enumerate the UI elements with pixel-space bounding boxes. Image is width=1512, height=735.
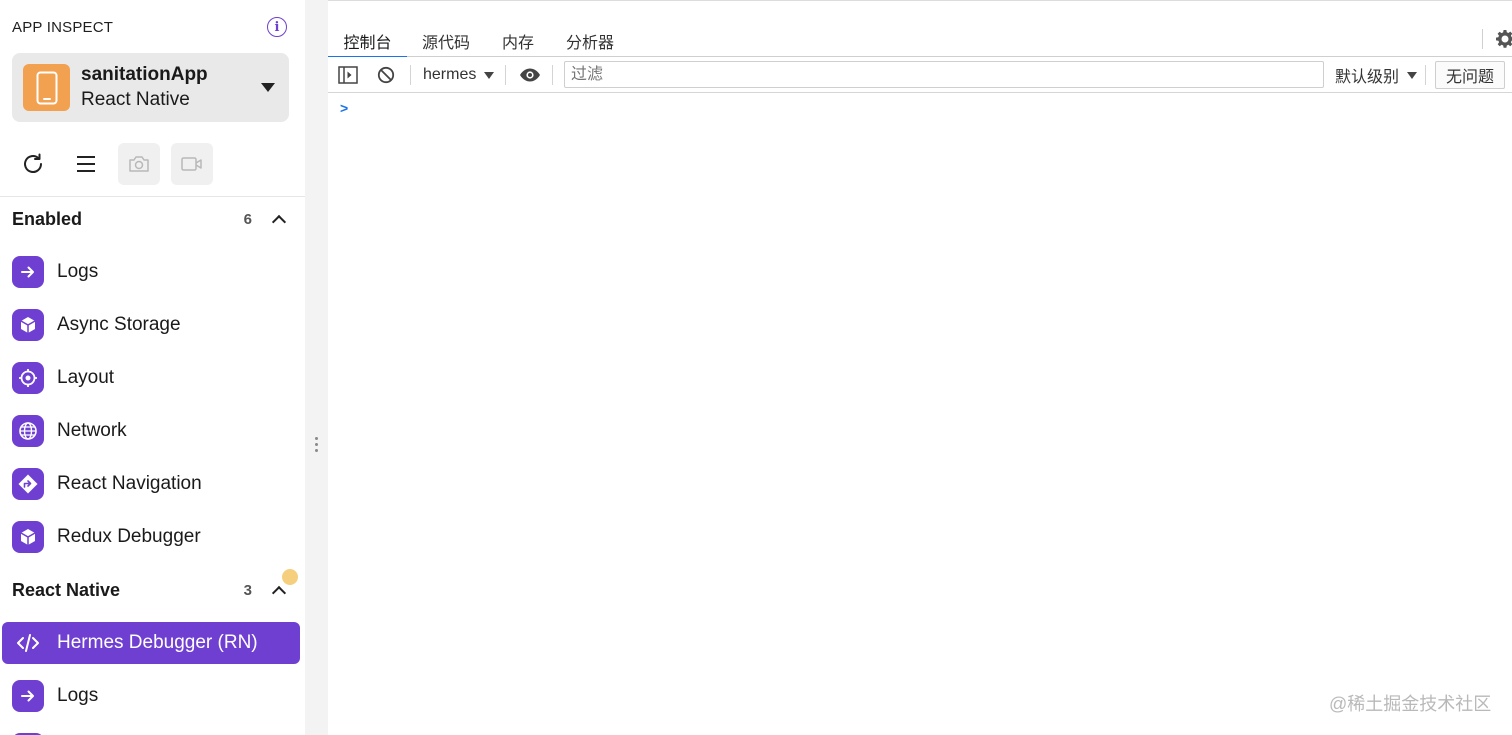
clear-console-icon xyxy=(377,66,395,84)
tab-sources[interactable]: 源代码 xyxy=(414,23,478,58)
section-count: 6 xyxy=(243,210,252,228)
app-title: APP INSPECT xyxy=(12,18,114,36)
sidebar-toolbar xyxy=(12,143,292,185)
direction-sign-icon xyxy=(12,468,44,500)
sidebar-header: APP INSPECT i xyxy=(12,14,287,40)
sidebar-item-layout[interactable]: Layout xyxy=(2,357,300,399)
toolbar-divider xyxy=(552,65,553,85)
sidebar-item-label: Network xyxy=(57,420,127,441)
tab-memory[interactable]: 内存 xyxy=(494,23,542,58)
sidebar: APP INSPECT i sanitationApp React Native xyxy=(0,0,305,735)
section-count: 3 xyxy=(243,581,252,599)
toolbar-divider xyxy=(1425,65,1426,85)
refresh-icon xyxy=(24,153,42,173)
sidebar-item-partial[interactable] xyxy=(2,728,300,735)
code-icon xyxy=(12,627,44,659)
toolbar-divider xyxy=(505,65,506,85)
sidebar-divider xyxy=(0,196,305,197)
issues-button[interactable]: 无问题 xyxy=(1435,61,1505,89)
screenshot-button[interactable] xyxy=(118,143,160,185)
sidebar-item-label: Async Storage xyxy=(57,314,181,335)
console-toolbar: hermes 默认级别 无问题 xyxy=(328,57,1512,93)
tabbar-divider xyxy=(1482,29,1483,49)
sidebar-item-label: Hermes Debugger (RN) xyxy=(57,632,258,653)
context-label: hermes xyxy=(423,66,477,83)
chevron-down-icon xyxy=(1407,71,1418,79)
sidebar-item-label: Logs xyxy=(57,261,99,282)
eye-icon xyxy=(520,68,540,82)
chevron-down-icon[interactable] xyxy=(261,83,275,92)
console-prompt[interactable]: > xyxy=(340,100,348,116)
log-level-selector[interactable]: 默认级别 xyxy=(1335,57,1418,93)
app-info: sanitationApp React Native xyxy=(81,63,261,113)
cube-icon xyxy=(12,309,44,341)
section-title: Enabled xyxy=(12,208,83,229)
section-title: React Native xyxy=(12,579,121,600)
section-header-enabled[interactable]: Enabled 6 xyxy=(12,204,292,234)
chevron-down-icon xyxy=(484,71,495,79)
gear-icon[interactable] xyxy=(1495,29,1512,49)
context-selector[interactable]: hermes xyxy=(423,57,495,93)
sidebar-item-logs[interactable]: Logs xyxy=(2,251,300,293)
video-camera-icon xyxy=(181,157,202,171)
app-name: sanitationApp xyxy=(81,63,208,85)
notification-dot xyxy=(282,569,298,585)
sidebar-item-hermes-debugger[interactable]: Hermes Debugger (RN) xyxy=(2,622,300,664)
cube-icon xyxy=(12,521,44,553)
clear-console-button[interactable] xyxy=(377,57,395,93)
arrow-right-icon xyxy=(12,680,44,712)
globe-icon xyxy=(12,415,44,447)
sidebar-item-label: Redux Debugger xyxy=(57,526,201,547)
sidebar-item-label: Layout xyxy=(57,367,115,388)
camera-icon xyxy=(129,156,149,172)
info-icon[interactable]: i xyxy=(267,17,287,37)
sidebar-toggle-button[interactable] xyxy=(338,57,358,93)
filter-input[interactable] xyxy=(564,61,1324,88)
section-header-react-native[interactable]: React Native 3 xyxy=(12,575,292,605)
sidebar-item-logs-rn[interactable]: Logs xyxy=(2,675,300,717)
target-icon xyxy=(12,362,44,394)
sidebar-toggle-icon xyxy=(338,66,358,84)
sidebar-item-react-navigation[interactable]: React Navigation xyxy=(2,463,300,505)
sidebar-item-label: React Navigation xyxy=(57,473,202,494)
live-expression-button[interactable] xyxy=(519,57,541,93)
devtools-panel: 控制台 源代码 内存 分析器 hermes 过滤 默认级别 无问题 > @稀土掘… xyxy=(328,0,1512,735)
tablet-icon xyxy=(23,64,70,111)
watermark: @稀土掘金技术社区 xyxy=(1329,694,1492,714)
menu-button[interactable] xyxy=(65,143,107,185)
chevron-up-icon[interactable] xyxy=(271,585,287,601)
devtools-tabbar: 控制台 源代码 内存 分析器 xyxy=(328,0,1512,58)
sidebar-item-label: Logs xyxy=(57,685,99,706)
chevron-up-icon[interactable] xyxy=(271,214,287,230)
toolbar-divider xyxy=(410,65,411,85)
log-level-label: 默认级别 xyxy=(1335,69,1400,86)
menu-icon xyxy=(77,156,95,172)
tab-profiler[interactable]: 分析器 xyxy=(558,23,622,58)
arrow-right-icon xyxy=(12,256,44,288)
sidebar-resize-handle[interactable] xyxy=(305,0,328,735)
sidebar-item-network[interactable]: Network xyxy=(2,410,300,452)
app-platform: React Native xyxy=(81,88,190,110)
drag-handle-icon xyxy=(315,437,318,455)
sidebar-item-async-storage[interactable]: Async Storage xyxy=(2,304,300,346)
refresh-button[interactable] xyxy=(12,143,54,185)
app-selector[interactable]: sanitationApp React Native xyxy=(12,53,289,122)
tab-console[interactable]: 控制台 xyxy=(328,23,407,58)
record-button[interactable] xyxy=(171,143,213,185)
sidebar-item-redux-debugger[interactable]: Redux Debugger xyxy=(2,516,300,558)
